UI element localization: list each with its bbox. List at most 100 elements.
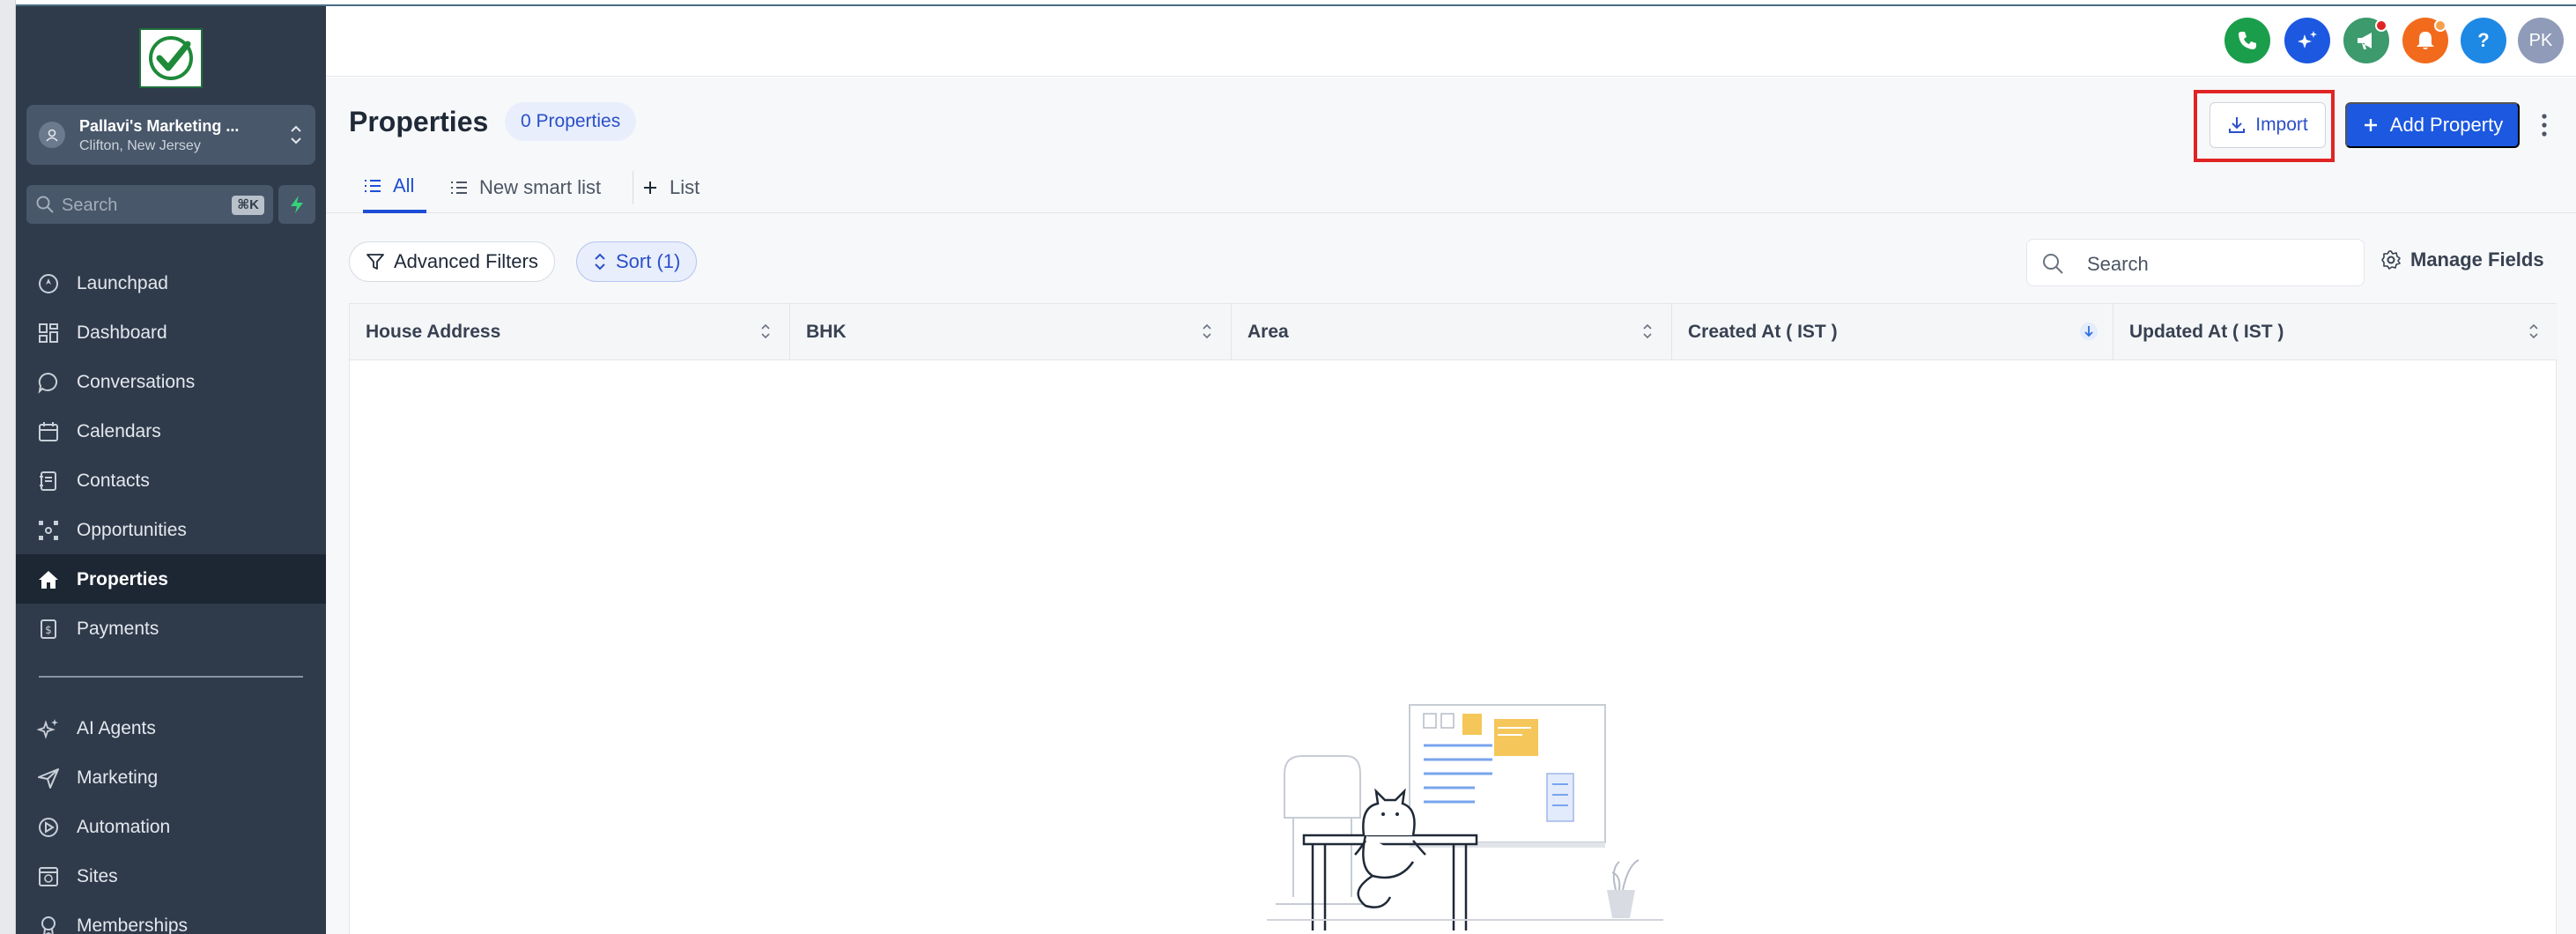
main-content: Properties 0 Properties Import Add Prope… [326, 78, 2576, 934]
column-header-house-address[interactable]: House Address [350, 304, 790, 360]
payments-icon: $ [41, 619, 56, 639]
sparkles-icon [37, 719, 58, 739]
account-switcher[interactable]: Pallavi's Marketing ... Clifton, New Jer… [26, 105, 315, 165]
home-icon [39, 571, 58, 589]
chat-bubble-icon [38, 372, 58, 394]
sites-icon [39, 867, 58, 886]
sidebar-item-label: Dashboard [77, 322, 167, 343]
sidebar-item-sites[interactable]: Sites [16, 851, 326, 901]
table-header: House Address BHK Area Created At ( IST … [350, 304, 2557, 360]
calendar-icon [39, 422, 58, 441]
help-button[interactable]: ? [2461, 18, 2506, 63]
list-tabs: All New smart list List [326, 162, 2576, 213]
plant-illustration [1607, 859, 1640, 918]
page-title: Properties [349, 106, 489, 137]
account-location: Clifton, New Jersey [79, 138, 201, 153]
opportunities-icon [39, 521, 58, 540]
sidebar-item-launchpad[interactable]: Launchpad [16, 258, 326, 308]
sidebar-item-label: Payments [77, 619, 159, 639]
properties-count-badge: 0 Properties [505, 102, 637, 141]
add-property-label: Add Property [2389, 114, 2504, 136]
sidebar-item-dashboard[interactable]: Dashboard [16, 308, 326, 357]
account-name: Pallavi's Marketing ... [79, 117, 240, 135]
sidebar-item-label: Opportunities [77, 520, 187, 540]
gear-icon [2381, 250, 2401, 270]
browser-frame-top [16, 0, 2576, 6]
quick-actions-button[interactable] [278, 185, 315, 224]
sidebar-item-label: Properties [77, 569, 168, 589]
add-property-button[interactable]: Add Property [2345, 102, 2520, 148]
sort-label: Sort (1) [616, 250, 681, 272]
ai-sparkle-icon [2298, 31, 2317, 48]
table-search-placeholder: Search [2087, 253, 2149, 275]
sidebar-item-opportunities[interactable]: Opportunities [16, 505, 326, 554]
sidebar-divider [39, 676, 303, 678]
sidebar-item-label: Conversations [77, 372, 196, 392]
sort-toggle-icon[interactable] [1641, 322, 1654, 341]
sidebar-item-properties[interactable]: Properties [16, 554, 326, 604]
sidebar-item-payments[interactable]: $ Payments [16, 604, 326, 653]
sidebar-item-label: Sites [77, 866, 118, 886]
list-icon [451, 182, 467, 194]
browser-frame-left [0, 0, 16, 934]
notifications-button[interactable] [2402, 18, 2448, 63]
search-shortcut-badge: ⌘K [232, 196, 264, 215]
import-button[interactable]: Import [2210, 102, 2326, 148]
svg-text:$: $ [45, 624, 52, 636]
tab-all[interactable]: All [363, 162, 427, 213]
sidebar-item-label: Marketing [77, 767, 159, 788]
sort-toggle-icon[interactable] [1201, 322, 1213, 341]
more-options-icon[interactable] [2537, 109, 2551, 141]
contact-book-icon [40, 471, 56, 491]
manage-fields-button[interactable]: Manage Fields [2380, 248, 2544, 271]
column-header-updated-at[interactable]: Updated At ( IST ) [2113, 304, 2557, 360]
sidebar-item-marketing[interactable]: Marketing [16, 752, 326, 802]
list-icon [365, 180, 381, 192]
column-header-label: House Address [366, 322, 501, 342]
table-search-input[interactable]: Search [2026, 239, 2365, 286]
sidebar-item-ai-agents[interactable]: AI Agents [16, 703, 326, 752]
sidebar-search-placeholder: Search [62, 196, 118, 215]
column-header-created-at[interactable]: Created At ( IST ) [1672, 304, 2113, 360]
tab-add-list[interactable]: List [641, 162, 700, 213]
chair-illustration [1276, 755, 1364, 905]
lightning-bolt-icon [291, 196, 303, 213]
sidebar-item-label: AI Agents [77, 718, 156, 738]
sidebar-item-contacts[interactable]: Contacts [16, 456, 326, 505]
dashboard-icon [39, 323, 58, 343]
top-header: ? PK [326, 6, 2576, 77]
sidebar-item-calendars[interactable]: Calendars [16, 406, 326, 456]
announcements-button[interactable] [2343, 18, 2389, 63]
advanced-filters-button[interactable]: Advanced Filters [349, 241, 555, 282]
user-avatar[interactable]: PK [2518, 18, 2564, 63]
sort-button[interactable]: Sort (1) [576, 241, 698, 282]
location-pin-icon [39, 122, 65, 148]
checkmark-logo-icon [149, 36, 193, 80]
filter-icon [366, 254, 384, 270]
sort-toggle-icon[interactable] [759, 322, 772, 341]
arrow-down-icon[interactable] [2079, 322, 2099, 341]
phone-icon [2239, 32, 2256, 49]
sidebar-item-automation[interactable]: Automation [16, 802, 326, 851]
column-header-bhk[interactable]: BHK [790, 304, 1232, 360]
manage-fields-label: Manage Fields [2410, 248, 2544, 271]
column-header-label: Updated At ( IST ) [2129, 322, 2284, 342]
tab-new-smart-list[interactable]: New smart list [449, 162, 601, 213]
sidebar: Pallavi's Marketing ... Clifton, New Jer… [16, 6, 326, 934]
empty-state-illustration [1267, 704, 1663, 930]
advanced-filters-label: Advanced Filters [394, 250, 538, 272]
sidebar-item-conversations[interactable]: Conversations [16, 357, 326, 406]
sidebar-item-label: Automation [77, 817, 171, 837]
sort-toggle-icon[interactable] [2528, 322, 2540, 341]
sidebar-search-input[interactable]: Search ⌘K [26, 185, 273, 224]
column-header-label: Created At ( IST ) [1688, 322, 1838, 342]
sidebar-item-label: Memberships [77, 915, 189, 934]
sidebar-item-memberships[interactable]: Memberships [16, 901, 326, 934]
ai-assistant-button[interactable] [2284, 18, 2330, 63]
help-icon: ? [2477, 29, 2490, 51]
phone-button[interactable] [2224, 18, 2270, 63]
memberships-icon [41, 916, 56, 934]
chevron-up-down-icon [291, 125, 301, 145]
company-logo[interactable] [139, 28, 203, 88]
column-header-area[interactable]: Area [1232, 304, 1672, 360]
